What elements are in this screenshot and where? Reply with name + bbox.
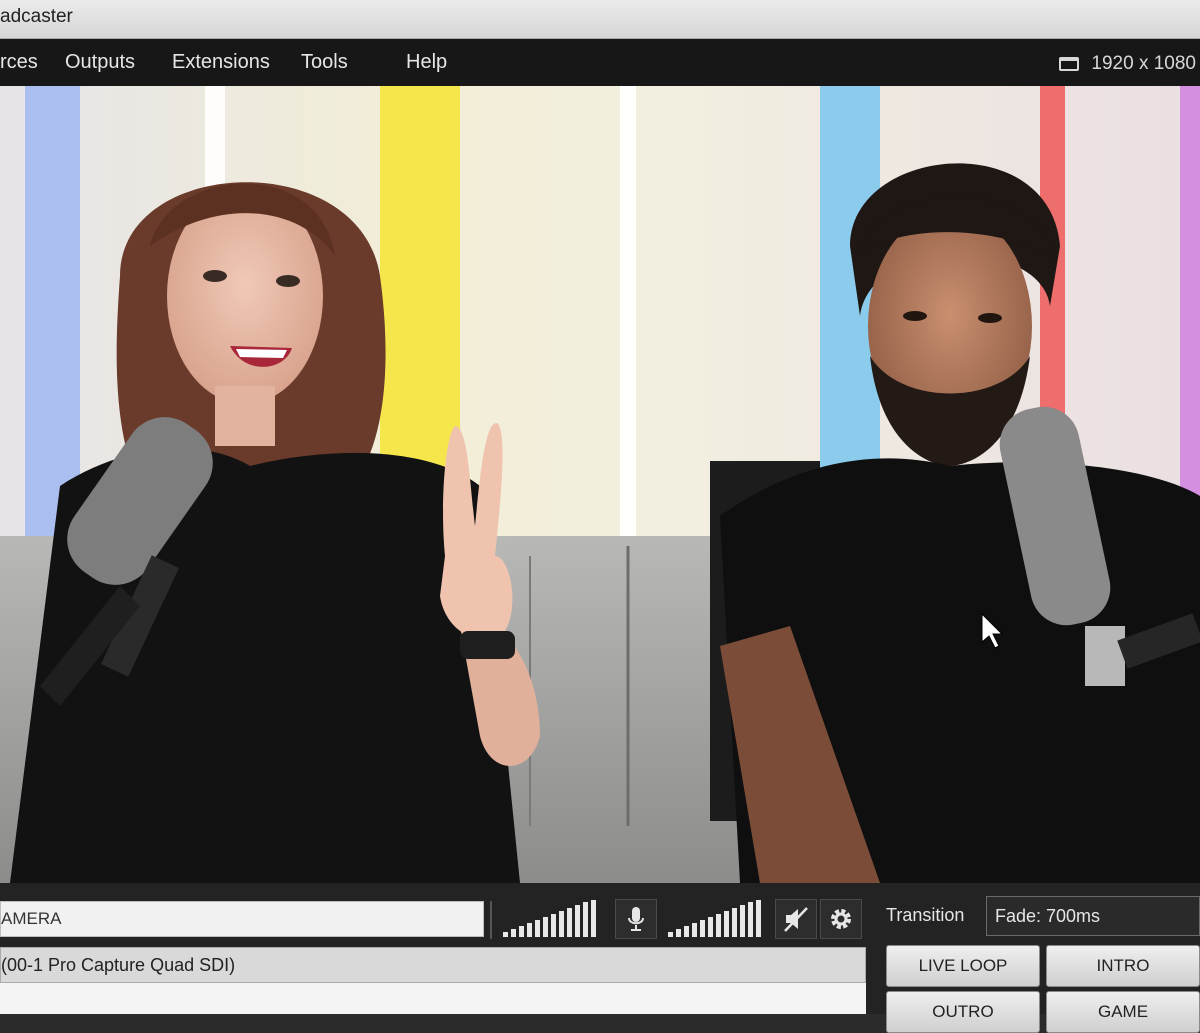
mute-button[interactable] [775, 899, 817, 939]
menu-tools[interactable]: Tools [301, 51, 348, 74]
source-name-field[interactable]: AMERA [0, 901, 484, 937]
microphone-button[interactable] [615, 899, 657, 939]
menu-outputs[interactable]: Outputs [65, 51, 135, 74]
control-panel: AMERA Transition Fade: 700ms (00-1 Pro C… [0, 883, 1200, 1033]
speaker-muted-icon [784, 907, 808, 932]
gear-icon [831, 909, 851, 929]
audio-output-meter [668, 899, 761, 937]
scene-live-loop-button[interactable]: LIVE LOOP [886, 945, 1040, 987]
device-list-empty-row [0, 983, 866, 1014]
window-titlebar: adcaster [0, 0, 1200, 39]
preview-image [0, 86, 1200, 883]
menu-bar: rces Outputs Extensions Tools Help 1920 … [0, 39, 1200, 86]
divider [490, 901, 492, 939]
menu-extensions[interactable]: Extensions [172, 51, 270, 74]
scene-outro-button[interactable]: OUTRO [886, 991, 1040, 1033]
device-list-item[interactable]: (00-1 Pro Capture Quad SDI) [0, 947, 866, 983]
video-preview[interactable] [0, 86, 1200, 883]
menu-sources[interactable]: rces [0, 51, 38, 74]
transition-label: Transition [886, 905, 965, 925]
transition-select[interactable]: Fade: 700ms [986, 896, 1200, 936]
menu-help[interactable]: Help [406, 51, 447, 74]
settings-button[interactable] [820, 899, 862, 939]
audio-level-meter [503, 899, 596, 937]
window-title: adcaster [0, 6, 73, 27]
monitor-icon [1059, 57, 1080, 71]
microphone-icon [628, 907, 644, 931]
resolution-indicator[interactable]: 1920 x 1080 [1059, 53, 1196, 75]
scene-game-button[interactable]: GAME [1046, 991, 1200, 1033]
scene-intro-button[interactable]: INTRO [1046, 945, 1200, 987]
resolution-label: 1920 x 1080 [1091, 53, 1196, 74]
